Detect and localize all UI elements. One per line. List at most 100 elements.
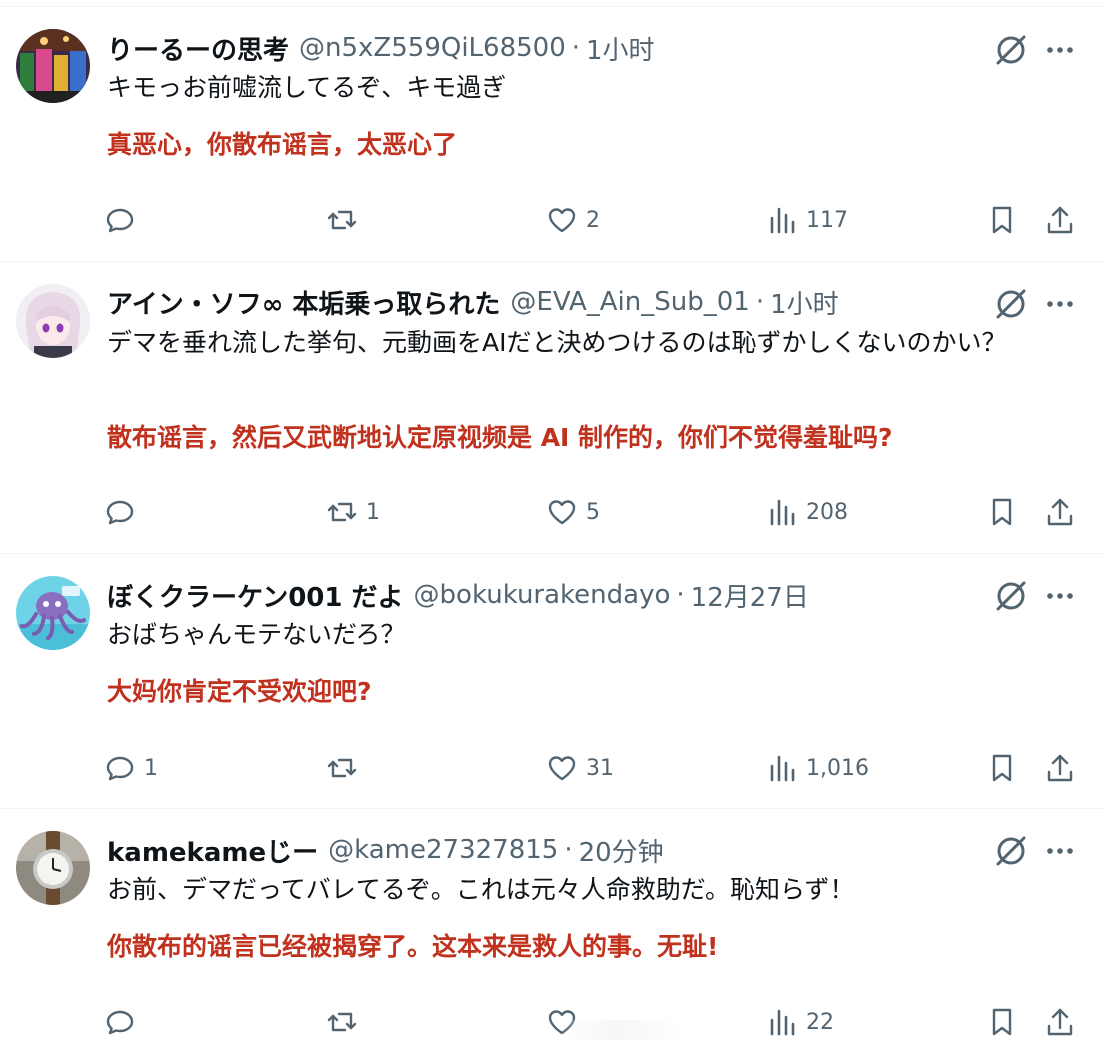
heart-icon [548,500,576,525]
bookmark-icon [992,754,1012,782]
views-button[interactable]: 117 [766,196,848,244]
display-name[interactable]: アイン・ソフ∞ 本垢乗っ取られた [107,284,500,321]
avatar[interactable] [16,29,90,103]
views-icon [770,755,795,782]
reply-post[interactable]: kamekameじー @kame27327815 · 20分钟 お前、デマだって… [0,809,1104,1063]
like-count: 5 [586,499,600,525]
like-button[interactable]: 31 [546,744,614,792]
repost-button[interactable]: 1 [326,488,380,536]
repost-icon [327,210,357,230]
translation-text: 真恶心，你散布谣言，太恶心了 [107,130,458,159]
reply-button[interactable] [104,196,144,244]
share-icon [1047,1008,1073,1036]
post-header: kamekameじー @kame27327815 · 20分钟 [107,830,984,870]
reply-icon [106,1010,134,1035]
reply-post[interactable]: りーるーの思考 @n5xZ559QiL68500 · 1小时 キモっお前嘘流して… [0,7,1104,262]
separator-dot: · [676,580,685,610]
more-icon[interactable] [1042,286,1078,322]
more-icon[interactable] [1042,833,1078,869]
share-icon [1047,206,1073,234]
grok-icon[interactable] [993,578,1029,614]
post-time[interactable]: 1小时 [770,284,839,321]
avatar[interactable] [16,831,90,905]
post-header: アイン・ソフ∞ 本垢乗っ取られた @EVA_Ain_Sub_01 · 1小时 [107,282,984,322]
translation-text: 散布谣言，然后又武断地认定原视频是 AI 制作的，你们不觉得羞耻吗? [107,423,893,452]
reply-count: 1 [144,755,158,781]
action-bar: 1 31 1,016 [0,744,1104,792]
display-name[interactable]: りーるーの思考 [107,30,289,67]
like-count: 31 [586,755,614,781]
translation-text: 大妈你肯定不受欢迎吧? [107,677,372,706]
repost-icon [327,502,357,522]
post-time[interactable]: 1小时 [586,30,655,67]
avatar[interactable] [16,284,90,358]
post-header: ぼくクラーケン001 だよ @bokukurakendayo · 12月27日 [107,575,984,615]
user-handle[interactable]: @n5xZ559QiL68500 [299,33,566,63]
repost-button[interactable] [326,998,366,1046]
user-handle[interactable]: @EVA_Ain_Sub_01 [510,287,749,317]
separator-dot: · [755,287,765,317]
views-icon [770,1009,795,1036]
separator-dot: · [571,33,581,63]
bookmark-icon [992,498,1012,526]
view-count: 1,016 [806,755,869,781]
bookmark-button[interactable] [982,196,1022,244]
bookmark-icon [992,206,1012,234]
bookmark-button[interactable] [982,998,1022,1046]
watermark-fade [560,1020,680,1040]
reply-post[interactable]: アイン・ソフ∞ 本垢乗っ取られた @EVA_Ain_Sub_01 · 1小时 デ… [0,262,1104,554]
post-text: お前、デマだってバレてるぞ。これは元々人命救助だ。恥知らず！ [107,875,855,904]
more-icon[interactable] [1042,32,1078,68]
view-count: 117 [806,207,848,233]
share-button[interactable] [1040,196,1080,244]
reply-icon [106,208,134,233]
avatar[interactable] [16,576,90,650]
separator-dot: · [564,835,573,865]
reply-button[interactable] [104,998,144,1046]
like-button[interactable]: 2 [546,196,600,244]
views-button[interactable]: 208 [766,488,848,536]
post-time[interactable]: 20分钟 [579,832,664,869]
post-text: デマを垂れ流した挙句、元動画をAIだと決めつけるのは恥ずかしくないのかい？ [107,328,1007,357]
share-icon [1047,498,1073,526]
view-count: 208 [806,499,848,525]
views-button[interactable]: 22 [766,998,834,1046]
view-count: 22 [806,1009,834,1035]
like-button[interactable]: 5 [546,488,600,536]
post-text: キモっお前嘘流してるぞ、キモ過ぎ [107,73,507,102]
repost-icon [327,1012,357,1032]
views-icon [770,499,795,526]
action-bar: 2 117 [0,196,1104,244]
post-time[interactable]: 12月27日 [691,577,809,614]
grok-icon[interactable] [993,833,1029,869]
more-icon[interactable] [1042,578,1078,614]
bookmark-button[interactable] [982,488,1022,536]
repost-button[interactable] [326,196,366,244]
share-button[interactable] [1040,998,1080,1046]
views-icon [770,207,795,234]
display-name[interactable]: ぼくクラーケン001 だよ [107,577,404,614]
repost-button[interactable] [326,744,366,792]
grok-icon[interactable] [993,286,1029,322]
reply-button[interactable] [104,488,144,536]
share-button[interactable] [1040,488,1080,536]
post-header: りーるーの思考 @n5xZ559QiL68500 · 1小时 [107,28,984,68]
like-count: 2 [586,207,600,233]
reply-post[interactable]: ぼくクラーケン001 だよ @bokukurakendayo · 12月27日 … [0,554,1104,809]
heart-icon [548,756,576,781]
reply-button[interactable]: 1 [104,744,158,792]
share-button[interactable] [1040,744,1080,792]
translation-text: 你散布的谣言已经被揭穿了。这本来是救人的事。无耻! [107,932,719,961]
display-name[interactable]: kamekameじー [107,832,318,869]
user-handle[interactable]: @bokukurakendayo [414,580,671,610]
user-handle[interactable]: @kame27327815 [328,835,558,865]
bookmark-icon [992,1008,1012,1036]
repost-count: 1 [366,499,380,525]
share-icon [1047,754,1073,782]
reply-icon [106,500,134,525]
bookmark-button[interactable] [982,744,1022,792]
views-button[interactable]: 1,016 [766,744,869,792]
grok-icon[interactable] [993,32,1029,68]
repost-icon [327,758,357,778]
action-bar: 22 [0,998,1104,1046]
